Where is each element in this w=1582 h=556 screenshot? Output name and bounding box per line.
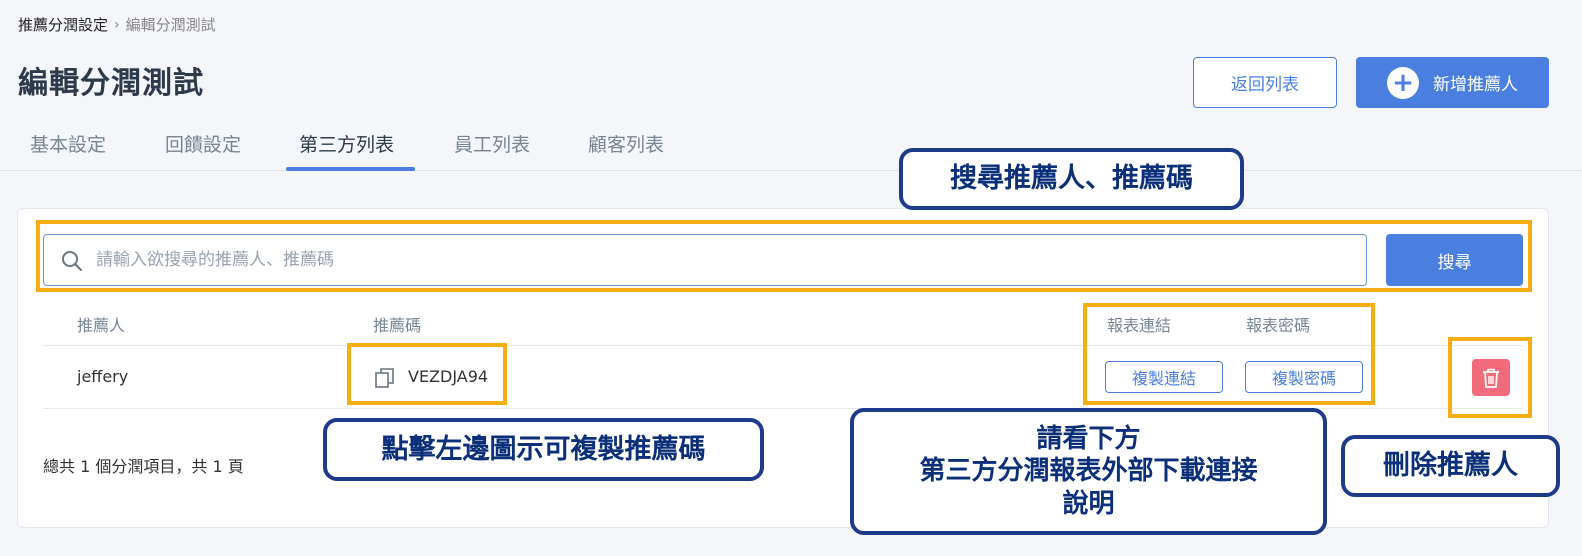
page-title: 編輯分潤測試 xyxy=(18,66,204,101)
report-callout-line3: 說明 xyxy=(1062,488,1115,519)
referrer-name: jeffery xyxy=(77,367,129,386)
search-callout: 搜尋推薦人、推薦碼 xyxy=(899,148,1244,210)
breadcrumb: 推薦分潤設定 › 編輯分潤測試 xyxy=(18,14,216,35)
add-referrer-button[interactable]: + 新增推薦人 xyxy=(1356,57,1549,108)
tab-bar: 基本設定 回饋設定 第三方列表 員工列表 顧客列表 xyxy=(0,118,1582,171)
delete-callout-text: 刪除推薦人 xyxy=(1383,450,1518,482)
back-to-list-button[interactable]: 返回列表 xyxy=(1193,57,1337,108)
tab-feedback-settings[interactable]: 回饋設定 xyxy=(165,130,241,157)
report-highlight-box xyxy=(1083,303,1375,405)
tab-basic-settings[interactable]: 基本設定 xyxy=(30,130,106,157)
column-header-referrer: 推薦人 xyxy=(77,316,126,335)
report-callout: 請看下方 第三方分潤報表外部下載連接 說明 xyxy=(850,408,1327,535)
delete-highlight-box xyxy=(1448,337,1532,418)
tab-employee-list[interactable]: 員工列表 xyxy=(454,130,530,157)
copy-code-callout: 點擊左邊圖示可複製推薦碼 xyxy=(323,418,764,481)
copy-code-callout-text: 點擊左邊圖示可複製推薦碼 xyxy=(381,433,706,465)
tab-customer-list[interactable]: 顧客列表 xyxy=(588,130,664,157)
search-highlight-box xyxy=(36,220,1532,292)
breadcrumb-current: 編輯分潤測試 xyxy=(125,16,216,34)
chevron-right-icon: › xyxy=(114,16,120,33)
page: 推薦分潤設定 › 編輯分潤測試 編輯分潤測試 返回列表 + 新增推薦人 基本設定… xyxy=(0,0,1582,556)
breadcrumb-parent-link[interactable]: 推薦分潤設定 xyxy=(18,14,108,35)
active-tab-indicator xyxy=(286,167,415,171)
pagination-summary: 總共 1 個分潤項目，共 1 頁 xyxy=(43,457,244,476)
search-callout-text: 搜尋推薦人、推薦碼 xyxy=(950,163,1193,195)
add-button-label: 新增推薦人 xyxy=(1433,75,1518,95)
report-callout-line1: 請看下方 xyxy=(1036,423,1141,454)
delete-callout: 刪除推薦人 xyxy=(1341,435,1560,497)
report-callout-line2: 第三方分潤報表外部下載連接 xyxy=(919,456,1258,487)
back-button-label: 返回列表 xyxy=(1231,75,1299,95)
plus-circle-icon: + xyxy=(1387,66,1419,99)
code-highlight-box xyxy=(347,343,507,405)
tab-third-party-list[interactable]: 第三方列表 xyxy=(299,130,394,157)
column-header-code: 推薦碼 xyxy=(373,316,422,335)
